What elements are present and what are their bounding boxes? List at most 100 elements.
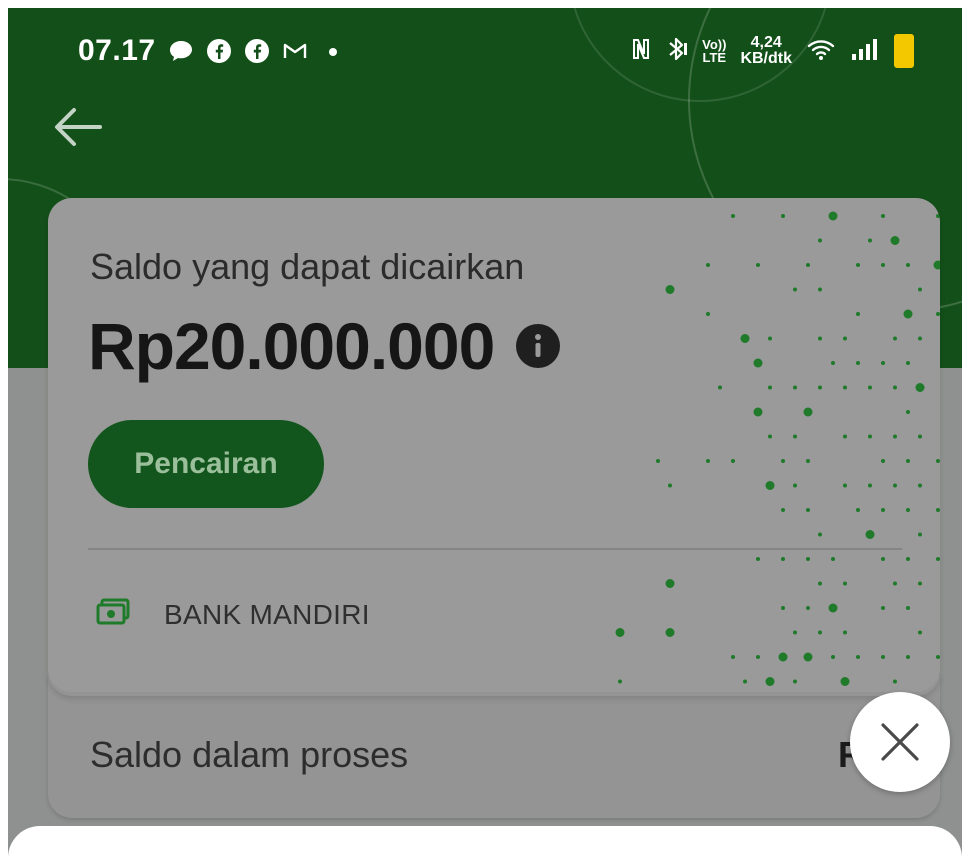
withdrawable-balance-card: Saldo yang dapat dicairkan Rp20.000.000 … (48, 198, 940, 692)
decor-dot (936, 508, 940, 512)
decor-dot (806, 508, 810, 512)
close-button[interactable] (850, 692, 950, 792)
decor-dot (765, 677, 775, 686)
volte-icon: Vo)) LTE (702, 37, 727, 65)
decor-dot (881, 557, 885, 561)
bluetooth-icon (666, 35, 688, 68)
decor-dot (868, 385, 872, 390)
decor-dot (893, 434, 897, 439)
withdrawable-amount: Rp20.000.000 (88, 309, 495, 383)
withdrawable-label: Saldo yang dapat dicairkan (90, 246, 525, 287)
decor-dot (881, 606, 885, 610)
decor-dot (906, 263, 910, 267)
cash-icon (96, 598, 130, 631)
decor-dot (768, 336, 772, 341)
decor-dot (818, 336, 822, 341)
decor-dot (818, 532, 822, 537)
card-divider (88, 548, 902, 550)
decor-dot (806, 459, 810, 463)
bottom-sheet (8, 826, 962, 856)
decor-dot (881, 361, 885, 365)
decor-dot (936, 655, 940, 659)
gmail-icon (282, 38, 308, 64)
net-speed: 4,24 KB/dtk (740, 35, 792, 67)
battery-icon (894, 34, 914, 68)
decor-dot (843, 336, 847, 341)
decor-dot (918, 581, 922, 586)
signal-icon (850, 36, 880, 67)
decor-dot (806, 557, 810, 561)
decor-dot (718, 385, 722, 390)
decor-dot (756, 263, 760, 267)
decor-dot (881, 214, 885, 218)
in-process-label: Saldo dalam proses (90, 734, 409, 775)
facebook-icon (206, 38, 232, 64)
decor-dot (906, 410, 910, 414)
decor-dot (818, 581, 822, 586)
info-icon[interactable] (516, 324, 561, 368)
decor-dot (665, 628, 675, 637)
decor-dot (781, 508, 785, 512)
decor-dot (743, 679, 747, 684)
decor-dot (793, 679, 797, 684)
withdraw-button[interactable]: Pencairan (88, 420, 324, 508)
decor-dot (768, 385, 772, 390)
in-process-balance-card[interactable]: Saldo dalam proses Rp (48, 676, 940, 818)
close-icon (881, 723, 919, 761)
decor-dot (781, 459, 785, 463)
decor-dot (918, 287, 922, 292)
decor-dot (831, 655, 835, 659)
status-bar: 07.17 Vo)) LTE 4,24 KB/dtk (8, 8, 962, 92)
decor-dot (936, 557, 940, 561)
decor-dot (665, 579, 675, 588)
decor-dot (868, 434, 872, 439)
decor-dot (756, 655, 760, 659)
decor-dot (806, 263, 810, 267)
decor-dot (881, 655, 885, 659)
decor-dot (881, 508, 885, 512)
decor-dot (918, 434, 922, 439)
screen-edge (962, 0, 970, 856)
decor-dot (793, 434, 797, 439)
decor-dot (793, 483, 797, 488)
decor-dot (893, 483, 897, 488)
decor-dot (865, 530, 875, 539)
decor-dot (906, 508, 910, 512)
decor-dot (918, 532, 922, 537)
decor-dot (803, 652, 813, 662)
decor-dot (918, 630, 922, 635)
dot-icon (320, 38, 346, 64)
nfc-icon (630, 36, 652, 67)
decor-dot (753, 407, 763, 417)
decor-dot (936, 214, 940, 218)
decor-dot (753, 358, 763, 368)
decor-dot (840, 677, 850, 686)
decor-dot (843, 385, 847, 390)
bank-account-row[interactable]: BANK MANDIRI (96, 598, 370, 631)
net-speed-value: 4,24 (750, 34, 782, 51)
decor-dot (731, 214, 735, 218)
decor-dot (618, 679, 622, 684)
decor-dot (781, 606, 785, 610)
status-time: 07.17 (78, 34, 156, 67)
decor-dot (918, 483, 922, 488)
decor-dot (765, 481, 775, 490)
decor-dot (740, 334, 750, 343)
back-button[interactable] (52, 104, 104, 150)
decor-dot (893, 336, 897, 341)
facebook-icon (244, 38, 270, 64)
decor-dot (706, 312, 710, 316)
decor-dot (906, 459, 910, 463)
decor-dot (781, 557, 785, 561)
net-speed-unit: KB/dtk (740, 50, 792, 67)
decor-dot (893, 581, 897, 586)
decor-dot (731, 459, 735, 463)
decor-dot (793, 287, 797, 292)
decor-dot (818, 385, 822, 390)
decor-dot (843, 630, 847, 635)
decor-dot (856, 263, 860, 267)
decor-dot (906, 557, 910, 561)
screen-edge (0, 0, 970, 8)
decor-dot (856, 312, 860, 316)
decor-dot (906, 606, 910, 610)
